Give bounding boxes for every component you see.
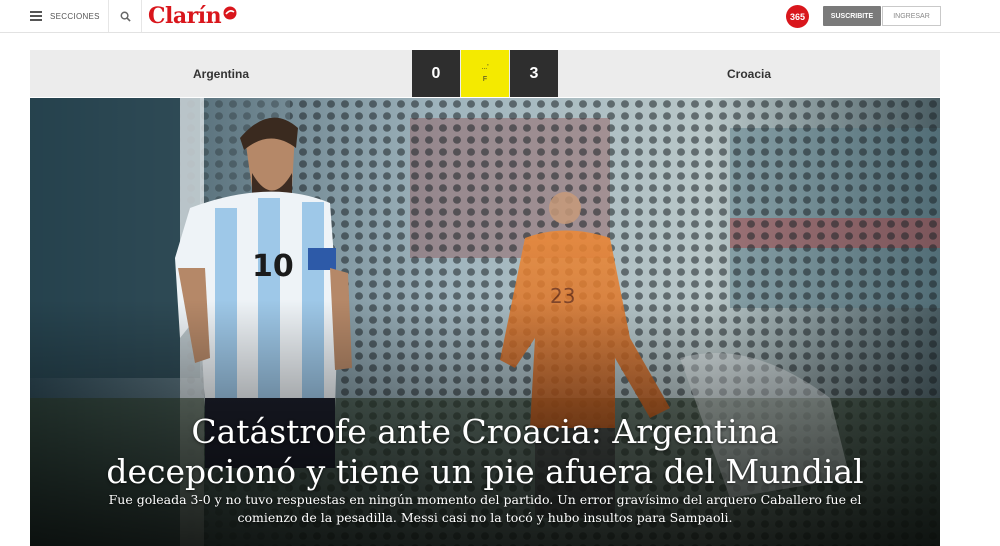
hero-headline[interactable]: Catástrofe ante Croacia: Argentina decep…: [30, 412, 940, 492]
logo-text: Clarín: [148, 3, 222, 29]
clarin-logo[interactable]: Clarín: [148, 1, 237, 31]
sections-menu-label: SECCIONES: [50, 11, 100, 21]
hero-summary: Fue goleada 3-0 y no tuvo respuestas en …: [80, 491, 890, 527]
match-scoreboard[interactable]: Argentina 0 ...' F 3 Croacia: [30, 50, 940, 97]
match-status-badge: ...' F: [461, 50, 509, 97]
match-status-final: F: [482, 75, 488, 83]
hero-headline-line-2: decepcionó y tiene un pie afuera del Mun…: [106, 452, 864, 491]
away-team-name: Croacia: [726, 66, 772, 81]
hero-headline-line-1: Catástrofe ante Croacia: Argentina: [191, 412, 779, 451]
subscribe-button[interactable]: SUSCRIBITE: [823, 6, 881, 26]
hero-story[interactable]: 23 10 Catástrofe ante Croacia: Argentina…: [30, 98, 940, 546]
login-button[interactable]: INGRESAR: [882, 6, 941, 26]
hero-summary-line-1: Fue goleada 3-0 y no tuvo respuestas en …: [108, 492, 862, 507]
sections-menu-button[interactable]: SECCIONES: [20, 0, 109, 32]
clarin-365-badge[interactable]: 365: [786, 5, 809, 28]
search-button[interactable]: [109, 0, 142, 32]
home-team-name: Argentina: [192, 66, 249, 81]
match-status-time: ...': [481, 63, 489, 71]
menu-icon: [30, 11, 42, 21]
search-icon: [120, 11, 131, 22]
hero-summary-line-2: comienzo de la pesadilla. Messi casi no …: [237, 510, 733, 525]
top-header: SECCIONES Clarín 365 SUSCRIBITE INGRESAR: [0, 0, 1000, 33]
logo-mark-icon: [223, 6, 237, 20]
home-team-score: 0: [412, 50, 460, 97]
away-team-score: 3: [510, 50, 558, 97]
